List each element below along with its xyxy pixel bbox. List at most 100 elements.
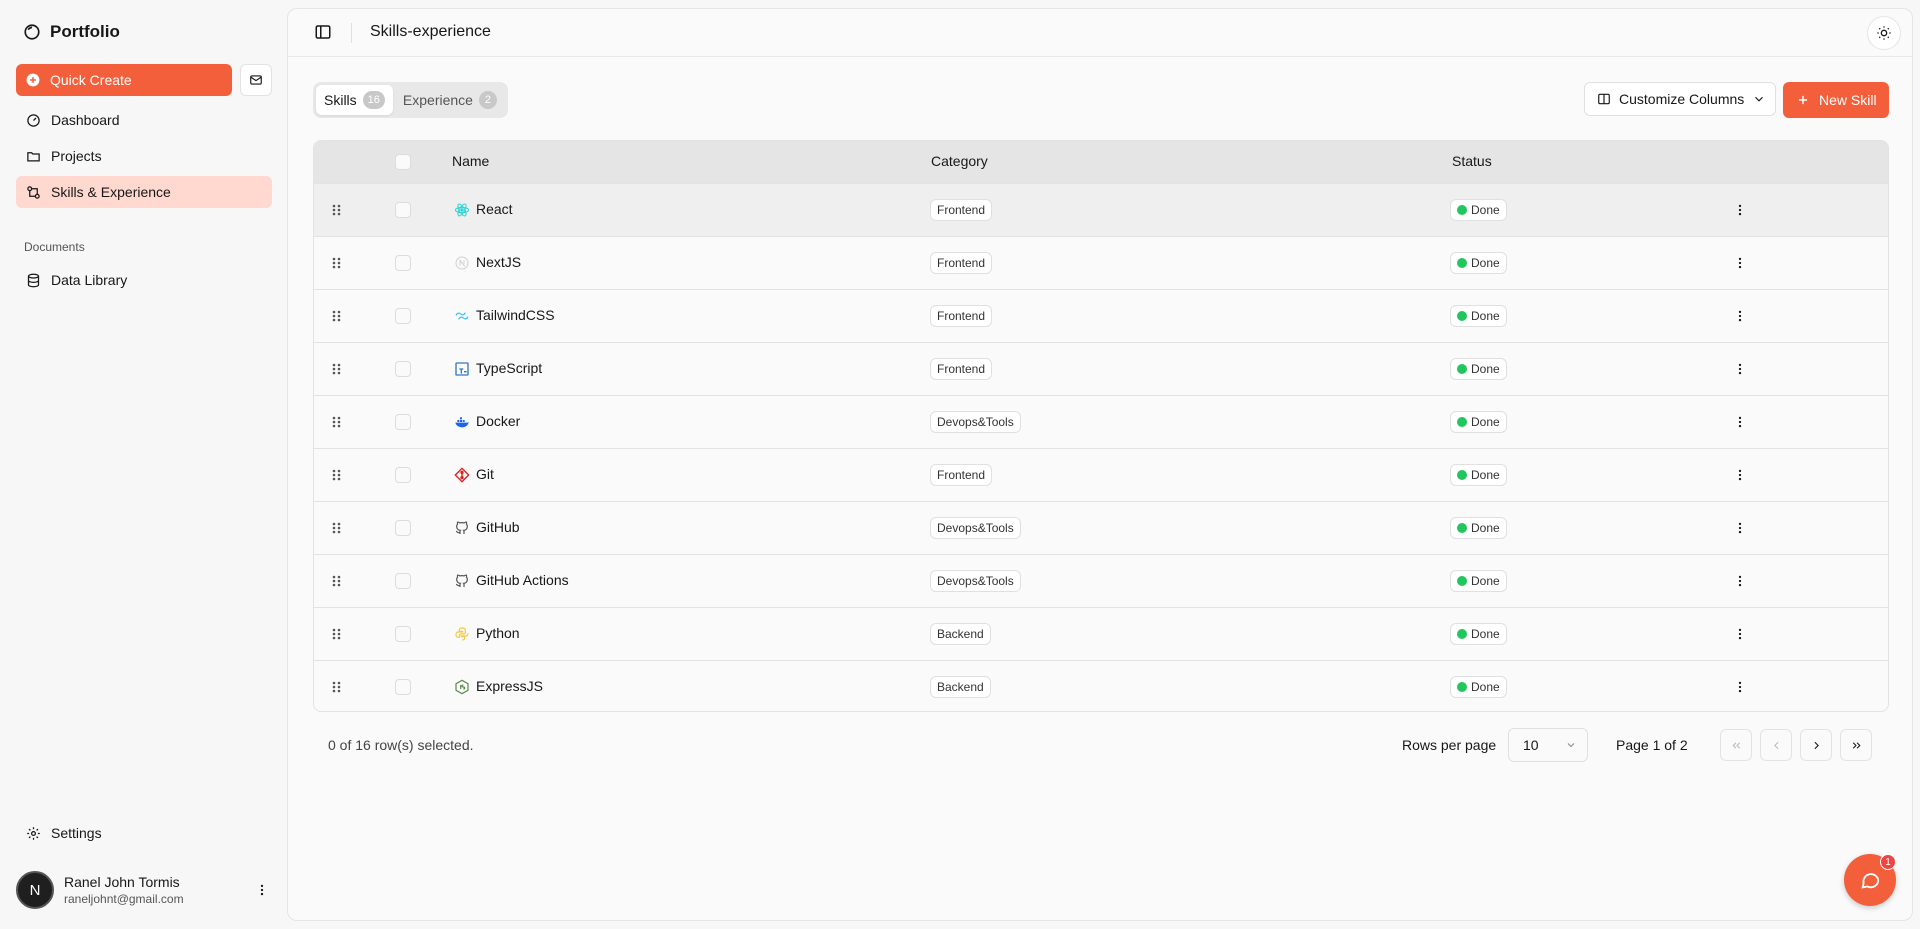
drag-handle-icon[interactable] [330, 520, 344, 536]
react-icon [454, 203, 470, 217]
sidebar-item-label: Skills & Experience [51, 184, 171, 200]
new-skill-button[interactable]: New Skill [1783, 82, 1889, 118]
sidebar-item-settings[interactable]: Settings [16, 817, 272, 849]
page-indicator: Page 1 of 2 [1616, 737, 1688, 753]
main-panel: Skills-experience Skills 16 Experience 2… [287, 8, 1913, 921]
row-actions-button[interactable] [1730, 253, 1750, 273]
table-row[interactable]: TailwindCSS Frontend Done [314, 289, 1888, 342]
chat-launcher-button[interactable]: 1 [1844, 854, 1896, 906]
table-row[interactable]: GitHub Actions Devops&Tools Done [314, 554, 1888, 607]
next-page-button[interactable] [1800, 729, 1832, 761]
nodejs-icon [455, 679, 469, 695]
documents-nav: Data Library [16, 264, 272, 300]
check-circle-icon [1457, 629, 1467, 639]
row-checkbox[interactable] [395, 361, 411, 377]
sidebar-item-dashboard[interactable]: Dashboard [16, 104, 272, 136]
drag-handle-icon[interactable] [330, 202, 344, 218]
inbox-button[interactable] [240, 64, 272, 96]
table-row[interactable]: NextJS Frontend Done [314, 236, 1888, 289]
github-icon [455, 521, 468, 534]
status-text: Done [1471, 521, 1500, 535]
chevron-left-icon [1773, 741, 1779, 749]
customize-columns-button[interactable]: Customize Columns [1584, 82, 1776, 116]
status-text: Done [1471, 468, 1500, 482]
row-actions-button[interactable] [1730, 518, 1750, 538]
check-circle-icon [1457, 311, 1467, 321]
tab-experience[interactable]: Experience 2 [395, 85, 505, 115]
more-vertical-icon [1738, 204, 1742, 216]
sidebar-item-label: Dashboard [51, 112, 120, 128]
sun-icon [1877, 26, 1891, 40]
table-row[interactable]: ExpressJS Backend Done [314, 660, 1888, 711]
columns-icon [1598, 93, 1610, 105]
table-row[interactable]: TypeScript Frontend Done [314, 342, 1888, 395]
tab-skills[interactable]: Skills 16 [316, 85, 393, 115]
row-checkbox[interactable] [395, 679, 411, 695]
row-checkbox[interactable] [395, 626, 411, 642]
table-row[interactable]: React Frontend Done [314, 183, 1888, 236]
drag-handle-icon[interactable] [330, 255, 344, 271]
more-vertical-icon [1738, 363, 1742, 375]
drag-handle-icon[interactable] [330, 467, 344, 483]
check-circle-icon [1457, 417, 1467, 427]
status-text: Done [1471, 256, 1500, 270]
row-checkbox[interactable] [395, 573, 411, 589]
user-profile[interactable]: N Ranel John Tormis raneljohnt@gmail.com [16, 870, 272, 910]
check-circle-icon [1457, 470, 1467, 480]
row-checkbox[interactable] [395, 414, 411, 430]
row-checkbox[interactable] [395, 520, 411, 536]
row-actions-button[interactable] [1730, 306, 1750, 326]
drag-handle-icon[interactable] [330, 308, 344, 324]
sidebar-toggle-button[interactable] [314, 23, 332, 44]
category-badge: Devops&Tools [930, 570, 1021, 592]
sidebar: Portfolio Quick Create Dashboard Project… [0, 0, 286, 929]
category-badge: Devops&Tools [930, 411, 1021, 433]
table-row[interactable]: Python Backend Done [314, 607, 1888, 660]
row-actions-button[interactable] [1730, 465, 1750, 485]
brand[interactable]: Portfolio [23, 20, 120, 44]
column-header-status[interactable]: Status [1452, 153, 1492, 169]
first-page-button[interactable] [1720, 729, 1752, 761]
row-actions-button[interactable] [1730, 677, 1750, 697]
table-row[interactable]: Git Frontend Done [314, 448, 1888, 501]
row-actions-button[interactable] [1730, 412, 1750, 432]
skill-name: GitHub [476, 519, 520, 535]
previous-page-button[interactable] [1760, 729, 1792, 761]
topbar-divider [351, 23, 352, 43]
drag-handle-icon[interactable] [330, 414, 344, 430]
category-badge: Devops&Tools [930, 517, 1021, 539]
drag-handle-icon[interactable] [330, 361, 344, 377]
sidebar-item-data-library[interactable]: Data Library [16, 264, 272, 296]
quick-create-label: Quick Create [50, 72, 132, 88]
docker-icon [455, 417, 469, 428]
skill-name: Git [476, 466, 494, 482]
more-vertical-icon [1738, 628, 1742, 640]
drag-handle-icon[interactable] [330, 679, 344, 695]
row-actions-button[interactable] [1730, 200, 1750, 220]
row-actions-button[interactable] [1730, 359, 1750, 379]
row-actions-button[interactable] [1730, 571, 1750, 591]
row-checkbox[interactable] [395, 467, 411, 483]
table-row[interactable]: GitHub Devops&Tools Done [314, 501, 1888, 554]
row-checkbox[interactable] [395, 255, 411, 271]
drag-handle-icon[interactable] [330, 626, 344, 642]
folder-icon [27, 151, 40, 161]
drag-handle-icon[interactable] [330, 573, 344, 589]
quick-create-button[interactable]: Quick Create [16, 64, 232, 96]
rows-per-page-select[interactable]: 10 [1508, 728, 1588, 762]
row-actions-button[interactable] [1730, 624, 1750, 644]
user-menu-button[interactable] [252, 883, 272, 897]
row-checkbox[interactable] [395, 202, 411, 218]
user-info: Ranel John Tormis raneljohnt@gmail.com [64, 874, 252, 906]
select-all-checkbox[interactable] [395, 154, 411, 170]
sidebar-item-projects[interactable]: Projects [16, 140, 272, 172]
table-row[interactable]: Docker Devops&Tools Done [314, 395, 1888, 448]
sidebar-item-label: Projects [51, 148, 102, 164]
table-header: Name Category Status [314, 141, 1888, 183]
column-header-category[interactable]: Category [931, 153, 988, 169]
row-checkbox[interactable] [395, 308, 411, 324]
column-header-name[interactable]: Name [452, 153, 489, 169]
last-page-button[interactable] [1840, 729, 1872, 761]
sidebar-item-skills-experience[interactable]: Skills & Experience [16, 176, 272, 208]
theme-toggle-button[interactable] [1867, 16, 1901, 50]
